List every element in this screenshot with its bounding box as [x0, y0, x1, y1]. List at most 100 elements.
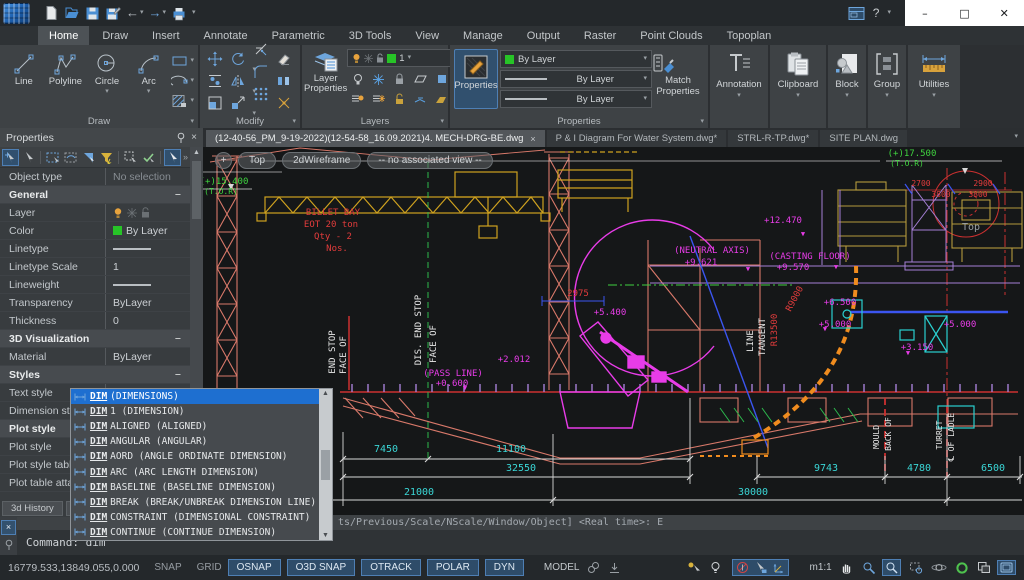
collapse-icon[interactable]: − — [175, 333, 181, 345]
quick-select-tool[interactable] — [122, 149, 139, 166]
zoom-window-icon[interactable] — [882, 559, 901, 576]
palette-row[interactable]: Linetype — [0, 240, 190, 258]
document-tab[interactable]: STRL-R-TP.dwg* — [728, 130, 818, 147]
toggle-snap[interactable]: SNAP — [154, 562, 181, 573]
toggle-polar[interactable]: POLAR — [427, 559, 479, 576]
help-caret-icon[interactable]: ▾ — [887, 9, 891, 17]
document-tab[interactable]: P & I Diagram For Water System.dwg* — [547, 130, 727, 147]
save-as-button[interactable] — [105, 4, 121, 22]
ellipse-tool-button[interactable]: ▾ — [171, 72, 195, 90]
ac-scroll-thumb[interactable] — [321, 450, 330, 480]
block-button[interactable]: Block ▾ — [828, 45, 866, 128]
window-select-tool[interactable] — [44, 149, 61, 166]
lamp-cursor-icon[interactable] — [687, 561, 701, 574]
pick-point-tool[interactable] — [164, 149, 181, 166]
layout-icon[interactable] — [977, 561, 991, 574]
viewport-pill[interactable]: 2dWireframe — [282, 152, 361, 169]
palette-section-header[interactable]: General− — [0, 186, 190, 204]
thaw-all-button[interactable] — [372, 93, 385, 105]
palette-row[interactable]: Object typeNo selection — [0, 168, 190, 186]
selection-cursor-icon[interactable] — [754, 561, 767, 574]
ribbon-tab-point-clouds[interactable]: Point Clouds — [629, 26, 713, 45]
ribbon-tab-output[interactable]: Output — [516, 26, 571, 45]
new-file-button[interactable] — [44, 4, 59, 22]
ucs-icon[interactable] — [772, 561, 785, 574]
bulb-icon[interactable] — [709, 561, 722, 574]
zoom-icon[interactable] — [862, 561, 876, 575]
clean-screen-icon[interactable] — [997, 560, 1016, 575]
palette-section-header[interactable]: 3D Visualization− — [0, 330, 190, 348]
maximize-button[interactable]: □ — [945, 0, 985, 26]
autocomplete-item[interactable]: DIMAORD (ANGLE ORDINATE DIMENSION) — [71, 449, 319, 464]
palette-row-value[interactable]: No selection — [105, 168, 190, 185]
lasso-select-tool[interactable] — [62, 149, 79, 166]
pin-icon[interactable] — [176, 132, 186, 144]
print-button[interactable] — [171, 4, 187, 22]
autocomplete-item[interactable]: DIMALIGNED (ALIGNED) — [71, 419, 319, 434]
annotation-button[interactable]: Annotation ▾ — [710, 45, 768, 128]
select-apply-tool[interactable] — [140, 149, 157, 166]
viewport-pill[interactable]: + — [215, 152, 232, 169]
color-combo[interactable]: By Layer▾ — [500, 50, 652, 68]
autocomplete-scrollbar[interactable]: ▲ ▼ — [319, 389, 332, 540]
palette-row-value[interactable] — [105, 240, 190, 257]
palette-row-value[interactable]: ByLayer — [105, 294, 190, 311]
polyline-tool-button[interactable]: Polyline — [46, 48, 86, 112]
layers-panel-expand-icon[interactable]: ▾ — [440, 118, 444, 126]
autocomplete-item[interactable]: DIMANGULAR (ANGULAR) — [71, 434, 319, 449]
collapse-icon[interactable]: − — [175, 189, 181, 201]
toggle-dyn[interactable]: DYN — [485, 559, 524, 576]
mirror-button[interactable] — [230, 73, 246, 89]
annotation-scale-value[interactable]: m1:1 — [809, 562, 831, 573]
qat-customize-button[interactable]: ▾ — [192, 4, 196, 22]
copy-button[interactable] — [207, 73, 223, 89]
turn-all-on-button[interactable] — [351, 93, 364, 105]
command-panel-pin-icon[interactable] — [4, 539, 14, 551]
redo-button[interactable]: →▾ — [149, 4, 167, 22]
autocomplete-item[interactable]: DIMCONSTRAINT (DIMENSIONAL CONSTRAINT) — [71, 510, 319, 525]
toggle-otrack[interactable]: OTRACK — [361, 559, 421, 576]
undo-button[interactable]: ←▾ — [126, 4, 144, 22]
ribbon-tab-draw[interactable]: Draw — [91, 26, 139, 45]
palette-row[interactable]: Layer — [0, 204, 190, 222]
palette-row-value[interactable]: ByLayer — [105, 348, 190, 365]
close-tab-icon[interactable]: × — [530, 134, 535, 144]
pan-hand-icon[interactable] — [840, 561, 854, 574]
model-space-button[interactable]: MODEL — [544, 562, 580, 573]
move-button[interactable] — [207, 51, 223, 67]
lineweight-combo[interactable]: By Layer▾ — [500, 70, 652, 88]
viewport-pill[interactable]: Top — [238, 152, 276, 169]
palette-section-header[interactable]: Styles− — [0, 366, 190, 384]
layer-plot-button[interactable] — [414, 74, 427, 84]
offset-button[interactable] — [207, 95, 223, 111]
explode-button[interactable] — [276, 95, 292, 111]
erase-button[interactable] — [276, 51, 292, 67]
palette-row[interactable]: ColorBy Layer — [0, 222, 190, 240]
properties-palette-button[interactable]: Properties — [454, 49, 498, 109]
properties-panel-expand-icon[interactable]: ▾ — [700, 118, 704, 126]
draw-panel-expand-icon[interactable]: ▾ — [190, 118, 194, 126]
layer-off-button[interactable] — [352, 73, 364, 86]
ribbon-tab-view[interactable]: View — [404, 26, 450, 45]
circle-tool-button[interactable]: Circle ▾ — [87, 48, 127, 112]
download-icon[interactable] — [608, 561, 621, 574]
ribbon-tab-manage[interactable]: Manage — [452, 26, 514, 45]
palette-row-value[interactable] — [105, 276, 190, 293]
save-button[interactable] — [85, 4, 100, 22]
ribbon-tab-parametric[interactable]: Parametric — [261, 26, 336, 45]
ribbon-tab-insert[interactable]: Insert — [141, 26, 191, 45]
palette-row[interactable]: Linetype Scale1 — [0, 258, 190, 276]
toggle-grid[interactable]: GRID — [197, 562, 222, 573]
layer-combo-caret-icon[interactable]: ▾ — [408, 54, 412, 62]
collapse-icon[interactable]: − — [175, 369, 181, 381]
layer-state-button[interactable] — [414, 94, 427, 105]
stretch-button[interactable] — [276, 73, 292, 89]
ac-scroll-down-icon[interactable]: ▼ — [322, 532, 329, 539]
document-tab[interactable]: (12-40-56_PM_9-19-2022)(12-54-58_16.09.2… — [206, 130, 545, 147]
ribbon-tab-raster[interactable]: Raster — [573, 26, 627, 45]
palette-row[interactable]: Lineweight — [0, 276, 190, 294]
linetype-combo[interactable]: By Layer▾ — [500, 90, 652, 108]
palette-row-value[interactable] — [105, 204, 190, 221]
viewport-pill[interactable]: -- no associated view -- — [367, 152, 492, 169]
line-tool-button[interactable]: Line — [4, 48, 44, 112]
